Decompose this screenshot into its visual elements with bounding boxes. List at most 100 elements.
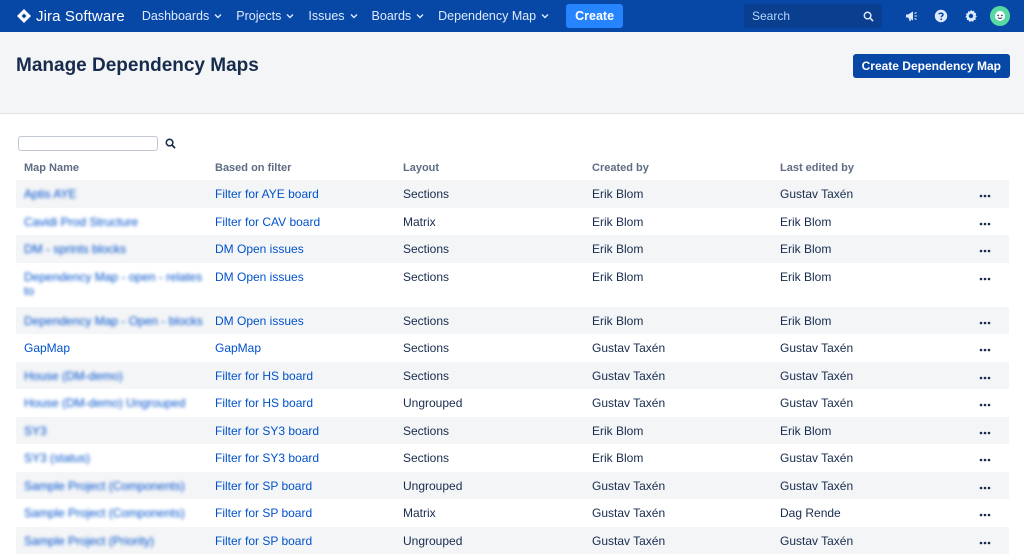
nav-boards-label: Boards <box>371 9 412 23</box>
filter-link[interactable]: DM Open issues <box>215 314 304 328</box>
search-icon[interactable] <box>165 138 176 149</box>
page-title: Manage Dependency Maps <box>16 55 259 76</box>
layout-cell: Sections <box>395 235 584 263</box>
table-row: DM - sprints blocks DM Open issues Secti… <box>16 235 1009 263</box>
table-row: Sample Project (Components) Filter for S… <box>16 499 1009 527</box>
more-actions-icon[interactable] <box>979 194 991 198</box>
map-name-link[interactable]: GapMap <box>24 341 70 355</box>
settings-button[interactable] <box>956 0 986 32</box>
created-by-cell: Erik Blom <box>584 235 772 263</box>
more-actions-icon[interactable] <box>979 376 991 380</box>
last-edited-by-cell: Gustav Taxén <box>780 341 854 355</box>
table-row: House (DM-demo) Ungrouped Filter for HS … <box>16 389 1009 417</box>
more-actions-icon[interactable] <box>979 458 991 462</box>
table-row: Sample Project (Components) Filter for S… <box>16 471 1009 499</box>
more-actions-icon[interactable] <box>979 513 991 517</box>
created-by-cell: Gustav Taxén <box>584 471 772 499</box>
more-actions-icon[interactable] <box>979 321 991 325</box>
filter-link[interactable]: Filter for HS board <box>215 369 313 383</box>
filter-link[interactable]: DM Open issues <box>215 270 304 284</box>
created-by-cell: Erik Blom <box>584 306 772 334</box>
layout-cell: Matrix <box>403 506 436 520</box>
help-button[interactable] <box>926 0 956 32</box>
more-actions-icon[interactable] <box>979 222 991 226</box>
table-row: Aptis AYE Filter for AYE board Sections … <box>16 180 1009 208</box>
more-actions-icon[interactable] <box>979 486 991 490</box>
layout-cell: Sections <box>395 416 584 444</box>
user-avatar[interactable] <box>990 6 1010 26</box>
column-header-layout[interactable]: Layout <box>395 156 584 180</box>
column-header-created-by[interactable]: Created by <box>584 156 772 180</box>
more-actions-icon[interactable] <box>979 403 991 407</box>
global-search-input[interactable] <box>752 9 863 23</box>
more-actions-icon[interactable] <box>979 249 991 253</box>
more-actions-icon[interactable] <box>979 348 991 352</box>
map-name-link[interactable]: DM - sprints blocks <box>24 242 126 256</box>
map-name-link[interactable]: Dependency Map - open - relates to <box>24 270 202 298</box>
table-row: House (DM-demo) Filter for HS board Sect… <box>16 361 1009 389</box>
map-name-link[interactable]: Sample Project (Components) <box>24 479 185 493</box>
avatar-face-icon <box>995 11 1005 21</box>
map-name-link[interactable]: House (DM-demo) <box>24 369 123 383</box>
maps-table: Map Name Based on filter Layout Created … <box>16 156 1009 554</box>
help-icon <box>934 9 948 23</box>
more-actions-icon[interactable] <box>979 431 991 435</box>
map-name-link[interactable]: SY3 (status) <box>24 451 90 465</box>
filter-link[interactable]: Filter for CAV board <box>215 215 320 229</box>
layout-cell: Sections <box>403 269 450 284</box>
nav-boards[interactable]: Boards <box>365 0 432 32</box>
create-button[interactable]: Create <box>566 4 624 28</box>
filter-link[interactable]: Filter for SY3 board <box>215 451 319 465</box>
filter-link[interactable]: DM Open issues <box>215 242 304 256</box>
map-name-link[interactable]: Dependency Map - Open - blocks <box>24 314 203 328</box>
jira-diamond-icon <box>17 9 31 23</box>
nav-issues[interactable]: Issues <box>301 0 364 32</box>
map-name-link[interactable]: Cavidi Prod Structure <box>24 215 138 229</box>
global-search[interactable] <box>744 4 882 28</box>
more-actions-icon[interactable] <box>979 277 991 281</box>
jira-logo[interactable]: Jira Software <box>16 8 125 25</box>
filter-link[interactable]: Filter for SY3 board <box>215 424 319 438</box>
create-dependency-map-button[interactable]: Create Dependency Map <box>852 54 1010 78</box>
map-name-link[interactable]: Sample Project (Components) <box>24 506 185 520</box>
created-by-cell: Gustav Taxén <box>584 361 772 389</box>
nav-projects[interactable]: Projects <box>229 0 301 32</box>
created-by-cell: Erik Blom <box>592 214 644 229</box>
column-header-map-name[interactable]: Map Name <box>16 156 207 180</box>
created-by-cell: Gustav Taxén <box>584 526 772 554</box>
filter-link[interactable]: Filter for SP board <box>215 506 312 520</box>
map-name-link[interactable]: Sample Project (Priority) <box>24 534 154 548</box>
chevron-down-icon <box>541 14 549 19</box>
filter-link[interactable]: Filter for AYE board <box>215 187 319 201</box>
brand-name: Jira Software <box>36 7 125 25</box>
layout-cell: Sections <box>395 361 584 389</box>
table-row: SY3 Filter for SY3 board Sections Erik B… <box>16 416 1009 444</box>
map-name-link[interactable]: Aptis AYE <box>24 187 76 201</box>
filter-link[interactable]: Filter for SP board <box>215 534 312 548</box>
map-filter-input[interactable] <box>18 135 158 151</box>
nav-dependency-map[interactable]: Dependency Map <box>431 0 556 32</box>
last-edited-by-cell: Gustav Taxén <box>772 526 960 554</box>
table-row: Dependency Map - open - relates to DM Op… <box>16 263 1009 307</box>
column-header-actions <box>960 156 1009 180</box>
filter-link[interactable]: Filter for HS board <box>215 396 313 410</box>
nav-issues-label: Issues <box>308 9 345 23</box>
chevron-down-icon <box>350 14 358 19</box>
created-by-cell: Erik Blom <box>584 180 772 208</box>
nav-dashboards[interactable]: Dashboards <box>135 0 229 32</box>
created-by-cell: Gustav Taxén <box>592 341 666 355</box>
filter-link[interactable]: GapMap <box>215 341 261 355</box>
notifications-button[interactable] <box>896 0 926 32</box>
column-header-last-edited-by[interactable]: Last edited by <box>772 156 960 180</box>
filter-link[interactable]: Filter for SP board <box>215 479 312 493</box>
megaphone-icon <box>906 11 917 21</box>
column-header-filter[interactable]: Based on filter <box>207 156 395 180</box>
last-edited-by-cell: Erik Blom <box>772 416 960 444</box>
layout-cell: Ungrouped <box>395 526 584 554</box>
nav-projects-label: Projects <box>236 9 282 23</box>
maps-table-container: Map Name Based on filter Layout Created … <box>0 154 1024 554</box>
last-edited-by-cell: Dag Rende <box>780 506 841 520</box>
map-name-link[interactable]: SY3 <box>24 424 47 438</box>
map-name-link[interactable]: House (DM-demo) Ungrouped <box>24 396 185 410</box>
more-actions-icon[interactable] <box>979 541 991 545</box>
